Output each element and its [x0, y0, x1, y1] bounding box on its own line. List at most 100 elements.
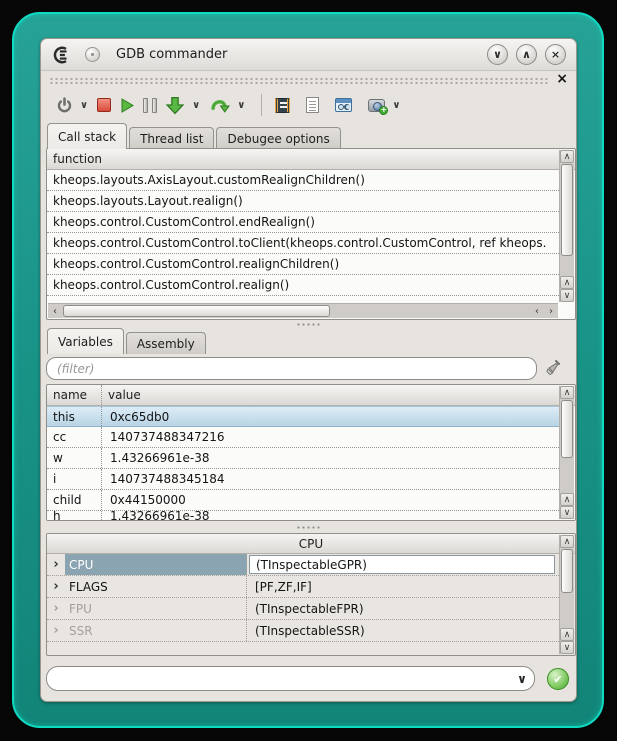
dock-drag-handle[interactable]: [49, 77, 550, 85]
register-group-value: [PF,ZF,IF]: [247, 576, 559, 597]
callstack-row[interactable]: kheops.control.CustomControl.realignChil…: [47, 254, 559, 275]
variable-value: 0x44150000: [102, 490, 559, 510]
scroll-down-icon[interactable]: ∨: [560, 641, 574, 654]
register-group-name: FLAGS: [65, 576, 247, 597]
callstack-tabbar: Call stack Thread list Debugee options: [47, 123, 343, 149]
scroll-left-icon[interactable]: ‹: [530, 304, 544, 318]
pause-button[interactable]: [140, 92, 160, 118]
variables-column-header[interactable]: name value: [47, 385, 575, 406]
scrollbar-thumb[interactable]: [63, 305, 330, 317]
expander-icon[interactable]: ›: [47, 620, 65, 641]
shade-button[interactable]: ∨: [487, 44, 508, 65]
close-window-button[interactable]: ×: [545, 44, 566, 65]
clear-filter-button[interactable]: [541, 356, 565, 380]
variable-row[interactable]: this 0xc65db0: [47, 406, 559, 427]
scrollbar-thumb[interactable]: [561, 164, 573, 256]
function-column-header[interactable]: function: [47, 149, 108, 169]
power-dropdown-icon[interactable]: ∨: [80, 100, 88, 111]
scroll-up-icon[interactable]: ∧: [560, 493, 574, 506]
cpu-inspector-panel: CPU › CPU (TInspectableGPR) › FLAGS [PF,…: [46, 533, 576, 656]
power-icon: [56, 97, 73, 114]
panel-splitter[interactable]: [41, 525, 576, 530]
dock-titlebar[interactable]: ×: [49, 75, 568, 87]
scroll-up-icon[interactable]: ∧: [560, 628, 574, 641]
gdb-command-input[interactable]: [47, 672, 510, 686]
callstack-row[interactable]: kheops.control.CustomControl.realign(): [47, 275, 559, 296]
callstack-row[interactable]: kheops.layouts.AxisLayout.customRealignC…: [47, 170, 559, 191]
scroll-down-icon[interactable]: ∨: [560, 289, 574, 302]
watch-window-icon: [335, 98, 352, 112]
cpu-tree-row[interactable]: › FLAGS [PF,ZF,IF]: [47, 576, 559, 598]
callstack-horizontal-scrollbar[interactable]: ‹ ‹ ›: [48, 303, 558, 318]
callstack-row[interactable]: kheops.layouts.Layout.realign(): [47, 191, 559, 212]
dock-close-icon[interactable]: ×: [556, 72, 568, 86]
tab-thread-list[interactable]: Thread list: [129, 127, 214, 149]
cpu-tree-row[interactable]: › FPU (TInspectableFPR): [47, 598, 559, 620]
filter-input[interactable]: [46, 357, 537, 380]
titlebar[interactable]: GDB commander ∨ ∧ ×: [41, 39, 576, 71]
stop-icon: [97, 98, 111, 112]
step-into-dropdown-icon[interactable]: ∨: [192, 100, 200, 111]
cpu-vertical-scrollbar[interactable]: ∧ ∧ ∨: [559, 535, 574, 654]
snapshot-dropdown-icon[interactable]: ∨: [392, 100, 400, 111]
continue-button[interactable]: [116, 92, 138, 118]
power-button[interactable]: [53, 92, 76, 118]
variable-value: 140737488345184: [102, 469, 559, 489]
cpu-tree-row[interactable]: › CPU (TInspectableGPR): [47, 554, 559, 576]
variables-vertical-scrollbar[interactable]: ∧ ∧ ∨: [559, 386, 574, 519]
scroll-down-icon[interactable]: ∨: [560, 506, 574, 519]
register-value-editor[interactable]: (TInspectableGPR): [249, 555, 555, 574]
variables-panel: name value this 0xc65db0 cc 140737488347…: [46, 384, 576, 521]
expander-icon[interactable]: ›: [47, 576, 65, 597]
scroll-up-icon[interactable]: ∧: [560, 535, 574, 548]
panel-splitter[interactable]: [41, 322, 576, 327]
expander-icon[interactable]: ›: [47, 598, 65, 619]
snapshot-add-button[interactable]: +: [365, 92, 388, 118]
variable-row[interactable]: i 140737488345184: [47, 469, 559, 490]
scrollbar-thumb[interactable]: [561, 549, 573, 593]
snapshot-add-icon: +: [368, 99, 385, 112]
callstack-column-header[interactable]: function: [47, 149, 575, 170]
window-title: GDB commander: [116, 47, 227, 62]
register-group-value: (TInspectableSSR): [247, 620, 559, 641]
scroll-up-icon[interactable]: ∧: [560, 150, 574, 163]
cpu-panel-header[interactable]: CPU: [47, 534, 575, 554]
expander-icon[interactable]: ›: [47, 554, 65, 575]
cpu-view-icon: [275, 98, 290, 113]
scrollbar-track[interactable]: [62, 304, 530, 318]
step-over-button[interactable]: [206, 92, 233, 118]
step-into-button[interactable]: [162, 92, 188, 118]
name-column-header[interactable]: name: [47, 385, 102, 405]
variable-row[interactable]: w 1.43266961e-38: [47, 448, 559, 469]
cpu-view-button[interactable]: [272, 92, 293, 118]
variable-row[interactable]: cc 140737488347216: [47, 427, 559, 448]
watch-window-button[interactable]: [332, 92, 355, 118]
tab-variables[interactable]: Variables: [47, 328, 124, 354]
variable-row[interactable]: h 1.43266961e-38: [47, 511, 559, 521]
scroll-up-icon[interactable]: ∧: [560, 386, 574, 399]
gdb-command-combobox[interactable]: ∨: [46, 666, 535, 691]
maximize-button[interactable]: ∧: [516, 44, 537, 65]
step-over-dropdown-icon[interactable]: ∨: [237, 100, 245, 111]
send-command-button[interactable]: ✔: [547, 668, 569, 690]
combo-dropdown-icon[interactable]: ∨: [510, 672, 534, 686]
tab-assembly[interactable]: Assembly: [126, 332, 206, 354]
command-bar: ∨ ✔: [46, 665, 571, 693]
scrollbar-thumb[interactable]: [561, 400, 573, 458]
scroll-right-icon[interactable]: ›: [544, 304, 558, 318]
output-button[interactable]: [303, 92, 322, 118]
stop-button[interactable]: [94, 92, 114, 118]
scroll-up-icon[interactable]: ∧: [560, 276, 574, 289]
variable-row[interactable]: child 0x44150000: [47, 490, 559, 511]
variable-name: w: [47, 448, 102, 468]
tab-call-stack[interactable]: Call stack: [47, 123, 127, 149]
scroll-left-icon[interactable]: ‹: [48, 304, 62, 318]
tab-debugee-options[interactable]: Debugee options: [216, 127, 340, 149]
callstack-vertical-scrollbar[interactable]: ∧ ∧ ∨: [559, 150, 574, 302]
value-column-header[interactable]: value: [102, 385, 147, 405]
variable-value: 1.43266961e-38: [102, 511, 559, 520]
callstack-row[interactable]: kheops.control.CustomControl.toClient(kh…: [47, 233, 559, 254]
cpu-tree-row[interactable]: › SSR (TInspectableSSR): [47, 620, 559, 642]
callstack-row[interactable]: kheops.control.CustomControl.endRealign(…: [47, 212, 559, 233]
window-menu-button[interactable]: [85, 47, 100, 62]
